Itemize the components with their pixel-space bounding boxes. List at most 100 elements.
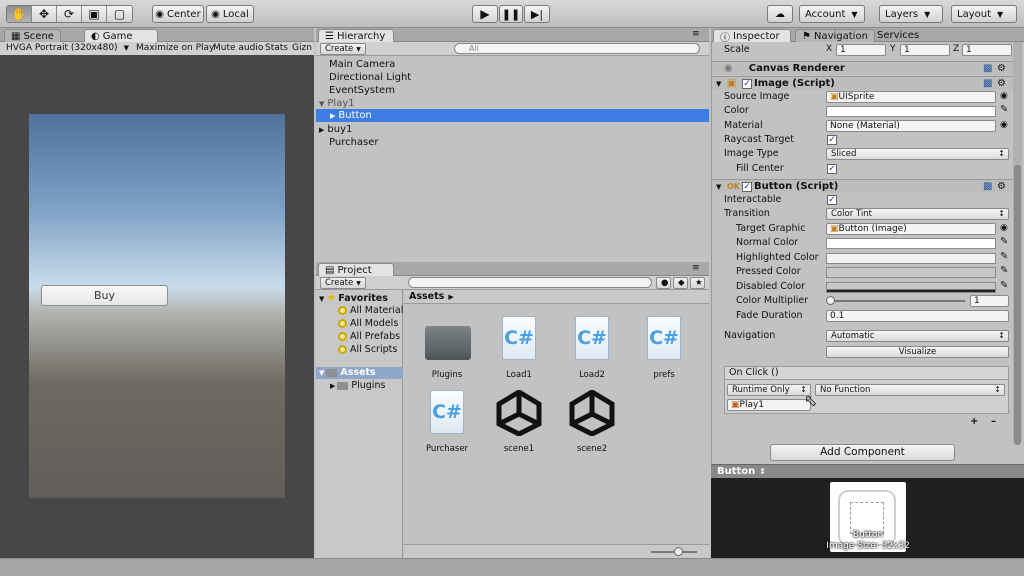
pause-button[interactable]: ❚❚ — [499, 5, 523, 23]
favorites-all-models[interactable]: All Models — [338, 318, 398, 330]
normal-color-field[interactable] — [826, 238, 996, 249]
hierarchy-create-button[interactable]: Create ▼ — [320, 43, 366, 55]
tab-services[interactable]: Services — [871, 29, 921, 42]
tab-scene[interactable]: ▦ Scene — [4, 29, 61, 42]
remove-listener-icon[interactable]: – — [991, 416, 996, 427]
favorite-star-icon[interactable]: ★ — [690, 277, 705, 289]
project-create-button[interactable]: Create ▼ — [320, 277, 366, 289]
eyedropper-icon[interactable]: ✎ — [1000, 104, 1008, 115]
eyedropper-icon[interactable]: ✎ — [1000, 236, 1008, 247]
eyedropper-icon[interactable]: ✎ — [1000, 251, 1008, 262]
source-image-field[interactable]: ▣UISprite — [826, 91, 996, 103]
eyedropper-icon[interactable]: ✎ — [1000, 265, 1008, 276]
navigation-dropdown[interactable]: Automatic — [826, 330, 1009, 342]
scale-z-field[interactable]: 1 — [962, 44, 1012, 56]
visualize-button[interactable]: Visualize — [826, 346, 1009, 358]
hierarchy-item-main-camera[interactable]: Main Camera — [316, 58, 709, 71]
object-picker-icon[interactable]: ◉ — [1000, 223, 1008, 233]
filter-label-icon[interactable]: ◆ — [673, 277, 688, 289]
color-field[interactable] — [826, 106, 996, 117]
disabled-color-field[interactable] — [826, 282, 996, 293]
layers-dropdown[interactable]: Layers ▼ — [879, 5, 943, 23]
scale-x-field[interactable]: 1 — [836, 44, 886, 56]
highlighted-color-field[interactable] — [826, 253, 996, 264]
step-button[interactable]: ▶| — [524, 5, 550, 23]
hierarchy-item-directional-light[interactable]: Directional Light — [316, 71, 709, 84]
resolution-dropdown[interactable]: HVGA Portrait (320x480) ▼ — [6, 43, 129, 53]
rotate-tool-icon[interactable]: ⟳ — [57, 6, 82, 22]
buy-button[interactable]: Buy — [41, 285, 168, 306]
image-type-dropdown[interactable]: Sliced — [826, 148, 1009, 160]
fade-duration-field[interactable]: 0.1 — [826, 310, 1009, 322]
gizmos-dropdown[interactable]: Gizn — [292, 43, 312, 53]
hierarchy-item-button[interactable]: ▶ Button — [316, 109, 709, 122]
hierarchy-item-purchaser[interactable]: Purchaser — [316, 136, 709, 149]
function-dropdown[interactable]: No Function — [815, 384, 1005, 396]
tab-game[interactable]: ◐ Game — [84, 29, 158, 42]
favorites-all-scripts[interactable]: All Scripts — [338, 344, 397, 356]
button-enabled-checkbox[interactable]: ✓ — [742, 182, 752, 192]
gear-icon[interactable]: ⚙ — [997, 62, 1006, 76]
move-tool-icon[interactable]: ✥ — [32, 6, 57, 22]
favorites-item[interactable]: ▼ ★ Favorites — [319, 292, 388, 305]
target-graphic-field[interactable]: ▣Button (Image) — [826, 223, 996, 235]
assets-folder-item[interactable]: ▼ Assets — [316, 367, 403, 379]
chevron-down-icon: ▼ — [123, 44, 129, 52]
rect-tool-icon[interactable]: ▢ — [107, 6, 132, 22]
hierarchy-item-eventsystem[interactable]: EventSystem — [316, 84, 709, 97]
tab-project[interactable]: ▤ Project — [318, 263, 394, 276]
help-icon[interactable]: ▩ — [983, 180, 992, 194]
cloud-button[interactable]: ☁ — [767, 5, 793, 23]
panel-menu-icon[interactable]: ≡ — [692, 29, 700, 39]
preview-header[interactable]: Button ⇕ — [711, 464, 1024, 478]
gear-icon[interactable]: ⚙ — [997, 180, 1006, 194]
add-listener-icon[interactable]: + — [970, 416, 978, 427]
color-multiplier-field[interactable]: 1 — [970, 295, 1009, 307]
scale-tool-icon[interactable]: ▣ — [82, 6, 107, 22]
favorites-all-materials[interactable]: All Material — [338, 305, 403, 317]
image-enabled-checkbox[interactable]: ✓ — [742, 79, 752, 89]
inspector-scroll-thumb[interactable] — [1014, 165, 1021, 445]
fill-center-checkbox[interactable]: ✓ — [827, 164, 837, 174]
material-field[interactable]: None (Material) — [826, 120, 996, 132]
account-dropdown[interactable]: Account ▼ — [799, 5, 865, 23]
favorites-all-prefabs[interactable]: All Prefabs — [338, 331, 400, 343]
hierarchy-item-buy1[interactable]: ▶ buy1 — [316, 123, 709, 136]
pivot-local-button[interactable]: ◉ Local — [206, 5, 254, 23]
gear-icon[interactable]: ⚙ — [997, 77, 1006, 91]
button-script-header[interactable]: ▼ OK ✓ Button (Script) ▩ ⚙ — [712, 179, 1014, 193]
stats-toggle[interactable]: Stats — [265, 43, 288, 53]
canvas-renderer-header[interactable]: ◉ Canvas Renderer ▩ ⚙ — [712, 61, 1014, 75]
slider-handle[interactable] — [826, 296, 835, 305]
pressed-color-field[interactable] — [826, 267, 996, 278]
object-picker-icon[interactable]: ◉ — [1000, 91, 1008, 101]
slider-handle[interactable] — [674, 547, 683, 556]
help-icon[interactable]: ▩ — [983, 62, 992, 76]
object-picker-icon[interactable]: ◉ — [1000, 120, 1008, 130]
eyedropper-icon[interactable]: ✎ — [1000, 280, 1008, 291]
interactable-checkbox[interactable]: ✓ — [827, 195, 837, 205]
hierarchy-search-input[interactable]: All — [454, 43, 700, 54]
tab-navigation[interactable]: ⚑ Navigation — [795, 29, 875, 42]
runtime-dropdown[interactable]: Runtime Only — [727, 384, 811, 396]
play-button[interactable]: ▶ — [472, 5, 498, 23]
image-script-header[interactable]: ▼ ▣ ✓ Image (Script) ▩ ⚙ — [712, 76, 1014, 90]
scale-y-field[interactable]: 1 — [900, 44, 950, 56]
mute-audio-toggle[interactable]: Mute audio — [213, 43, 263, 53]
transition-dropdown[interactable]: Color Tint — [826, 208, 1009, 220]
hand-tool-icon[interactable]: ✋ — [7, 6, 32, 22]
color-multiplier-slider[interactable] — [830, 300, 965, 302]
panel-menu-icon[interactable]: ≡ — [692, 263, 700, 273]
project-search-input[interactable] — [408, 277, 652, 288]
tab-inspector[interactable]: ⓘ Inspector — [713, 29, 791, 44]
onclick-object-field[interactable]: ▣Play1 — [727, 399, 811, 411]
plugins-folder-item[interactable]: ▶ Plugins — [330, 380, 385, 392]
raycast-target-checkbox[interactable]: ✓ — [827, 135, 837, 145]
pivot-center-button[interactable]: ◉ Center — [152, 5, 204, 23]
tab-hierarchy[interactable]: ☰ Hierarchy — [318, 29, 394, 42]
add-component-button[interactable]: Add Component — [770, 444, 955, 461]
layout-dropdown[interactable]: Layout ▼ — [951, 5, 1017, 23]
help-icon[interactable]: ▩ — [983, 77, 992, 91]
maximize-on-play-toggle[interactable]: Maximize on Play — [136, 43, 214, 53]
filter-type-icon[interactable]: ● — [656, 277, 671, 289]
